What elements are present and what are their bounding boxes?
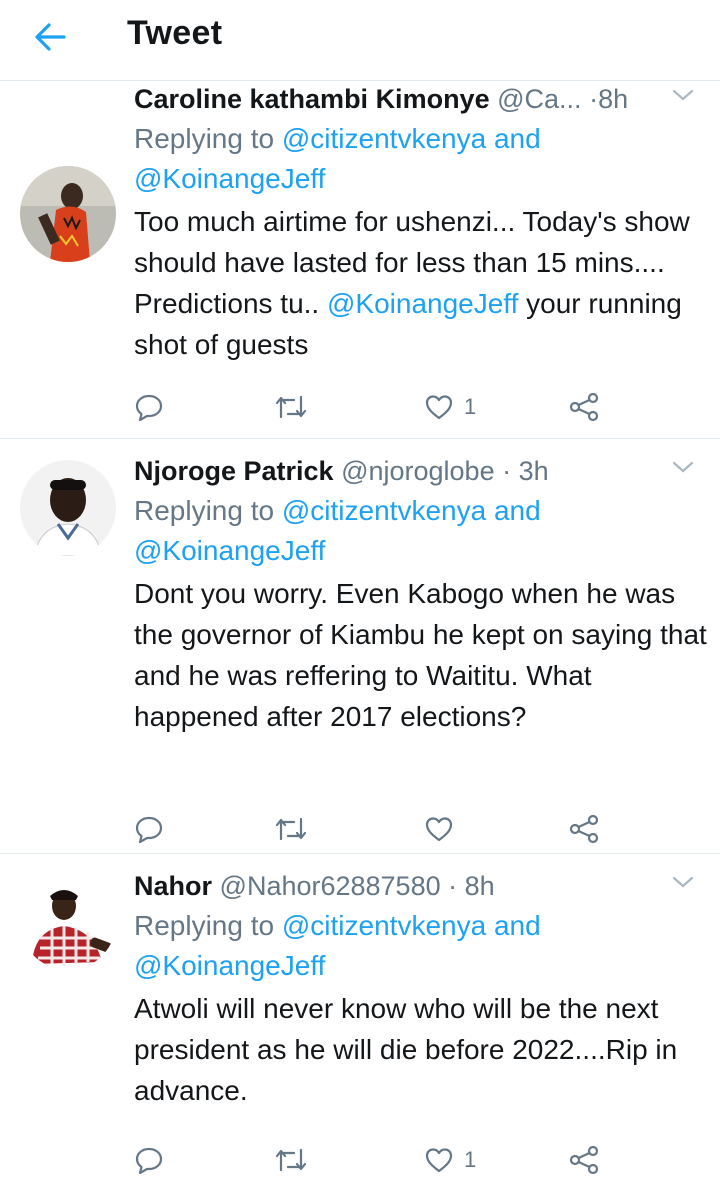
comment-icon	[135, 394, 163, 422]
tweet-text: Too much airtime for ushenzi... Today's …	[134, 201, 710, 365]
tweet-actions: 1	[134, 387, 614, 427]
tweet[interactable]: Nahor @Nahor62887580 · 8h Replying to @c…	[0, 854, 720, 1190]
tweet-text: Dont you worry. Even Kabogo when he was …	[134, 578, 707, 732]
tweet-meta: Nahor @Nahor62887580 · 8h	[134, 866, 710, 906]
meta-separator: ·	[448, 871, 458, 901]
retweet-icon	[275, 1148, 307, 1172]
author-name[interactable]: Njoroge Patrick	[134, 456, 334, 486]
replying-and: and	[493, 123, 541, 154]
tweet-text: Atwoli will never know who will be the n…	[134, 993, 678, 1106]
avatar-image	[20, 460, 116, 556]
replying-prefix: Replying to	[134, 910, 275, 941]
tweet-actions	[134, 809, 614, 849]
replying-and: and	[493, 910, 541, 941]
meta-separator: ·	[589, 84, 599, 114]
top-bar: Tweet	[0, 0, 720, 81]
tweet-content: Caroline kathambi Kimonye @Ca... ·8h Rep…	[134, 79, 710, 365]
tweet-actions: 1	[134, 1140, 614, 1180]
tweet-content: Njoroge Patrick @njoroglobe · 3h Replyin…	[134, 451, 710, 737]
mention-link[interactable]: @KoinangeJeff	[327, 288, 518, 319]
share-icon	[569, 392, 599, 422]
tweet[interactable]: Caroline kathambi Kimonye @Ca... ·8h Rep…	[0, 81, 720, 439]
mention-link[interactable]: @KoinangeJeff	[134, 950, 325, 981]
replying-to: Replying to @citizentvkenya and @Koinang…	[134, 119, 710, 199]
author-name[interactable]: Nahor	[134, 871, 212, 901]
like-button[interactable]	[424, 809, 464, 849]
tweet-meta: Njoroge Patrick @njoroglobe · 3h	[134, 451, 710, 491]
share-button[interactable]	[568, 1140, 600, 1180]
tweet-time: 8h	[598, 84, 629, 114]
mention-link[interactable]: @KoinangeJeff	[134, 163, 325, 194]
chevron-down-icon	[672, 461, 694, 473]
tweet-menu-button[interactable]	[672, 459, 694, 475]
chevron-down-icon	[672, 876, 694, 888]
like-count: 1	[464, 394, 477, 419]
tweet-menu-button[interactable]	[672, 87, 694, 103]
retweet-button[interactable]	[274, 809, 308, 849]
retweet-button[interactable]	[274, 387, 308, 427]
share-button[interactable]	[568, 387, 600, 427]
share-button[interactable]	[568, 809, 600, 849]
arrow-left-icon	[35, 23, 66, 51]
back-button[interactable]	[30, 20, 70, 54]
mention-link[interactable]: @KoinangeJeff	[134, 535, 325, 566]
tweet-time: 8h	[464, 871, 495, 901]
author-handle[interactable]: @Ca...	[497, 84, 581, 114]
share-icon	[569, 814, 599, 844]
mention-link[interactable]: @citizentvkenya	[282, 495, 486, 526]
reply-button[interactable]	[134, 809, 164, 849]
chevron-down-icon	[672, 89, 694, 101]
page-title: Tweet	[127, 14, 223, 52]
heart-icon	[425, 1148, 453, 1173]
heart-icon	[425, 395, 453, 420]
replying-prefix: Replying to	[134, 495, 275, 526]
replying-to: Replying to @citizentvkenya and @Koinang…	[134, 491, 710, 571]
author-handle[interactable]: @Nahor62887580	[220, 871, 441, 901]
retweet-icon	[275, 395, 307, 419]
avatar-image	[20, 166, 116, 262]
share-icon	[569, 1145, 599, 1175]
like-button[interactable]: 1	[424, 1140, 476, 1180]
tweet-menu-button[interactable]	[672, 874, 694, 890]
reply-button[interactable]	[134, 387, 164, 427]
mention-link[interactable]: @citizentvkenya	[282, 910, 486, 941]
meta-separator: ·	[502, 456, 512, 486]
comment-icon	[135, 1147, 163, 1175]
tweet-time: 3h	[518, 456, 549, 486]
tweet[interactable]: Njoroge Patrick @njoroglobe · 3h Replyin…	[0, 439, 720, 854]
replying-to: Replying to @citizentvkenya and @Koinang…	[134, 906, 710, 986]
retweet-icon	[275, 817, 307, 841]
replying-prefix: Replying to	[134, 123, 275, 154]
like-count: 1	[464, 1147, 477, 1172]
like-button[interactable]: 1	[424, 387, 476, 427]
retweet-button[interactable]	[274, 1140, 308, 1180]
tweet-content: Nahor @Nahor62887580 · 8h Replying to @c…	[134, 866, 710, 1111]
tweet-meta: Caroline kathambi Kimonye @Ca... ·8h	[134, 79, 710, 119]
avatar[interactable]	[20, 874, 116, 970]
comment-icon	[135, 816, 163, 844]
reply-button[interactable]	[134, 1140, 164, 1180]
heart-icon	[425, 817, 453, 842]
replying-and: and	[493, 495, 541, 526]
author-handle[interactable]: @njoroglobe	[341, 456, 495, 486]
avatar[interactable]	[20, 460, 116, 556]
author-name[interactable]: Caroline kathambi Kimonye	[134, 84, 490, 114]
avatar[interactable]	[20, 166, 116, 262]
mention-link[interactable]: @citizentvkenya	[282, 123, 486, 154]
avatar-image	[20, 874, 116, 970]
